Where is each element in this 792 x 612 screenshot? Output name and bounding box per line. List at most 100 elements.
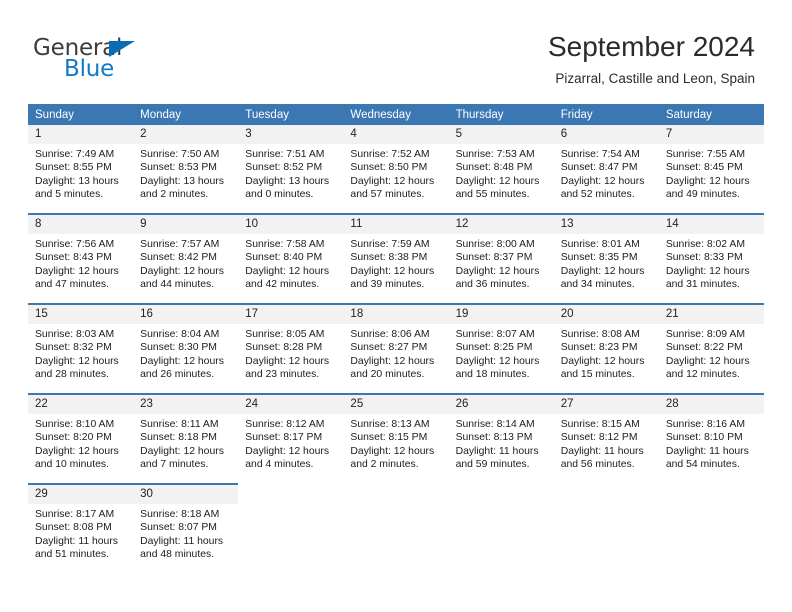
day-number: 9 xyxy=(133,215,239,234)
sunrise-text: Sunrise: 7:54 AM xyxy=(560,149,640,160)
daylight-text-line2: and 18 minutes. xyxy=(455,369,530,381)
logo-text-blue: Blue xyxy=(64,56,115,82)
day-cell[interactable]: 10 Sunrise: 7:58 AM Sunset: 8:40 PM Dayl… xyxy=(238,213,344,304)
sunrise-text: Sunrise: 8:02 AM xyxy=(665,239,745,250)
day-cell[interactable]: 5 Sunrise: 7:53 AM Sunset: 8:48 PM Dayli… xyxy=(448,125,554,214)
day-details: Sunrise: 7:51 AM Sunset: 8:52 PM Dayligh… xyxy=(238,144,343,202)
day-cell[interactable]: 19 Sunrise: 8:07 AM Sunset: 8:25 PM Dayl… xyxy=(448,303,554,394)
sunset-text: Sunset: 8:15 PM xyxy=(350,432,428,444)
day-number: 26 xyxy=(448,395,554,414)
daylight-text-line2: and 5 minutes. xyxy=(35,189,104,201)
sunrise-text: Sunrise: 8:05 AM xyxy=(245,329,325,340)
day-cell[interactable]: 22 Sunrise: 8:10 AM Sunset: 8:20 PM Dayl… xyxy=(28,393,134,484)
day-cell[interactable]: 18 Sunrise: 8:06 AM Sunset: 8:27 PM Dayl… xyxy=(343,303,449,394)
day-cell[interactable]: 1 Sunrise: 7:49 AM Sunset: 8:55 PM Dayli… xyxy=(28,125,134,214)
sunrise-text: Sunrise: 7:53 AM xyxy=(455,149,535,160)
daylight-text-line1: Daylight: 13 hours xyxy=(140,175,224,187)
sunset-text: Sunset: 8:27 PM xyxy=(350,342,428,354)
day-number: 7 xyxy=(658,125,764,144)
day-cell[interactable]: 3 Sunrise: 7:51 AM Sunset: 8:52 PM Dayli… xyxy=(238,125,344,214)
day-cell[interactable]: 26 Sunrise: 8:14 AM Sunset: 8:13 PM Dayl… xyxy=(448,393,554,484)
calendar-page: General Blue September 2024 Pizarral, Ca… xyxy=(0,0,792,612)
day-number: 1 xyxy=(28,125,134,144)
day-details: Sunrise: 8:03 AM Sunset: 8:32 PM Dayligh… xyxy=(28,324,133,382)
day-details: Sunrise: 7:54 AM Sunset: 8:47 PM Dayligh… xyxy=(554,144,659,202)
day-cell[interactable]: 17 Sunrise: 8:05 AM Sunset: 8:28 PM Dayl… xyxy=(238,303,344,394)
sunrise-sunset-calendar: Sunday Monday Tuesday Wednesday Thursday… xyxy=(28,104,764,573)
daylight-text-line1: Daylight: 12 hours xyxy=(140,445,224,457)
day-cell[interactable]: 23 Sunrise: 8:11 AM Sunset: 8:18 PM Dayl… xyxy=(133,393,239,484)
day-number: 15 xyxy=(28,305,134,324)
day-details: Sunrise: 8:00 AM Sunset: 8:37 PM Dayligh… xyxy=(449,234,554,292)
sunset-text: Sunset: 8:52 PM xyxy=(245,162,323,174)
empty-day-cell xyxy=(238,484,344,573)
day-cell[interactable]: 8 Sunrise: 7:56 AM Sunset: 8:43 PM Dayli… xyxy=(28,213,134,304)
day-details: Sunrise: 8:13 AM Sunset: 8:15 PM Dayligh… xyxy=(343,414,448,472)
daylight-text-line1: Daylight: 11 hours xyxy=(560,445,644,457)
day-details: Sunrise: 8:09 AM Sunset: 8:22 PM Dayligh… xyxy=(659,324,764,382)
sunset-text: Sunset: 8:45 PM xyxy=(665,162,743,174)
day-details: Sunrise: 7:53 AM Sunset: 8:48 PM Dayligh… xyxy=(449,144,554,202)
day-cell[interactable]: 2 Sunrise: 7:50 AM Sunset: 8:53 PM Dayli… xyxy=(133,125,239,214)
weekday-header-wednesday: Wednesday xyxy=(343,104,449,125)
daylight-text-line2: and 15 minutes. xyxy=(560,369,635,381)
day-cell[interactable]: 4 Sunrise: 7:52 AM Sunset: 8:50 PM Dayli… xyxy=(343,125,449,214)
day-cell[interactable]: 7 Sunrise: 7:55 AM Sunset: 8:45 PM Dayli… xyxy=(658,125,764,214)
day-cell[interactable]: 28 Sunrise: 8:16 AM Sunset: 8:10 PM Dayl… xyxy=(658,393,764,484)
daylight-text-line2: and 54 minutes. xyxy=(665,459,740,471)
general-blue-logo[interactable]: General Blue xyxy=(33,35,193,83)
day-cell[interactable]: 12 Sunrise: 8:00 AM Sunset: 8:37 PM Dayl… xyxy=(448,213,554,304)
day-cell[interactable]: 6 Sunrise: 7:54 AM Sunset: 8:47 PM Dayli… xyxy=(553,125,659,214)
day-details: Sunrise: 7:59 AM Sunset: 8:38 PM Dayligh… xyxy=(343,234,448,292)
daylight-text-line1: Daylight: 11 hours xyxy=(35,535,118,547)
day-details: Sunrise: 7:58 AM Sunset: 8:40 PM Dayligh… xyxy=(238,234,343,292)
sunset-text: Sunset: 8:32 PM xyxy=(35,342,112,354)
daylight-text-line1: Daylight: 12 hours xyxy=(455,175,540,187)
day-cell[interactable]: 9 Sunrise: 7:57 AM Sunset: 8:42 PM Dayli… xyxy=(133,213,239,304)
weekday-header-friday: Friday xyxy=(553,104,659,125)
sunrise-text: Sunrise: 8:00 AM xyxy=(455,239,535,250)
day-number: 28 xyxy=(658,395,764,414)
sunrise-text: Sunrise: 7:50 AM xyxy=(140,149,220,160)
daylight-text-line2: and 31 minutes. xyxy=(665,279,740,291)
day-number: 23 xyxy=(133,395,239,414)
day-cell[interactable]: 20 Sunrise: 8:08 AM Sunset: 8:23 PM Dayl… xyxy=(553,303,659,394)
day-details: Sunrise: 8:10 AM Sunset: 8:20 PM Dayligh… xyxy=(28,414,133,472)
title-block: September 2024 Pizarral, Castille and Le… xyxy=(548,30,755,87)
daylight-text-line2: and 2 minutes. xyxy=(140,189,209,201)
sunset-text: Sunset: 8:28 PM xyxy=(245,342,323,354)
day-cell[interactable]: 29 Sunrise: 8:17 AM Sunset: 8:08 PM Dayl… xyxy=(28,483,134,573)
day-details: Sunrise: 7:55 AM Sunset: 8:45 PM Dayligh… xyxy=(659,144,764,202)
daylight-text-line1: Daylight: 12 hours xyxy=(140,265,224,277)
day-cell[interactable]: 30 Sunrise: 8:18 AM Sunset: 8:07 PM Dayl… xyxy=(133,483,239,573)
calendar-body: 1 Sunrise: 7:49 AM Sunset: 8:55 PM Dayli… xyxy=(28,125,764,573)
daylight-text-line2: and 20 minutes. xyxy=(350,369,425,381)
page-header: General Blue September 2024 Pizarral, Ca… xyxy=(0,0,792,100)
daylight-text-line1: Daylight: 12 hours xyxy=(665,355,750,367)
day-cell[interactable]: 21 Sunrise: 8:09 AM Sunset: 8:22 PM Dayl… xyxy=(658,303,764,394)
daylight-text-line1: Daylight: 12 hours xyxy=(140,355,224,367)
day-cell[interactable]: 13 Sunrise: 8:01 AM Sunset: 8:35 PM Dayl… xyxy=(553,213,659,304)
sunrise-text: Sunrise: 7:51 AM xyxy=(245,149,325,160)
sunrise-text: Sunrise: 8:13 AM xyxy=(350,419,430,430)
day-cell[interactable]: 11 Sunrise: 7:59 AM Sunset: 8:38 PM Dayl… xyxy=(343,213,449,304)
day-number: 19 xyxy=(448,305,554,324)
daylight-text-line2: and 10 minutes. xyxy=(35,459,109,471)
daylight-text-line2: and 26 minutes. xyxy=(140,369,215,381)
day-number: 6 xyxy=(553,125,659,144)
day-cell[interactable]: 27 Sunrise: 8:15 AM Sunset: 8:12 PM Dayl… xyxy=(553,393,659,484)
week-row: 22 Sunrise: 8:10 AM Sunset: 8:20 PM Dayl… xyxy=(28,393,764,484)
day-cell[interactable]: 14 Sunrise: 8:02 AM Sunset: 8:33 PM Dayl… xyxy=(658,213,764,304)
day-cell[interactable]: 16 Sunrise: 8:04 AM Sunset: 8:30 PM Dayl… xyxy=(133,303,239,394)
daylight-text-line1: Daylight: 12 hours xyxy=(350,265,435,277)
day-cell[interactable]: 24 Sunrise: 8:12 AM Sunset: 8:17 PM Dayl… xyxy=(238,393,344,484)
sunset-text: Sunset: 8:30 PM xyxy=(140,342,217,354)
daylight-text-line1: Daylight: 12 hours xyxy=(245,265,330,277)
page-subtitle: Pizarral, Castille and Leon, Spain xyxy=(555,71,755,86)
day-cell[interactable]: 25 Sunrise: 8:13 AM Sunset: 8:15 PM Dayl… xyxy=(343,393,449,484)
day-cell[interactable]: 15 Sunrise: 8:03 AM Sunset: 8:32 PM Dayl… xyxy=(28,303,134,394)
week-row: 15 Sunrise: 8:03 AM Sunset: 8:32 PM Dayl… xyxy=(28,303,764,394)
sunrise-text: Sunrise: 8:16 AM xyxy=(665,419,745,430)
sunset-text: Sunset: 8:07 PM xyxy=(140,522,217,534)
daylight-text-line2: and 52 minutes. xyxy=(560,189,635,201)
